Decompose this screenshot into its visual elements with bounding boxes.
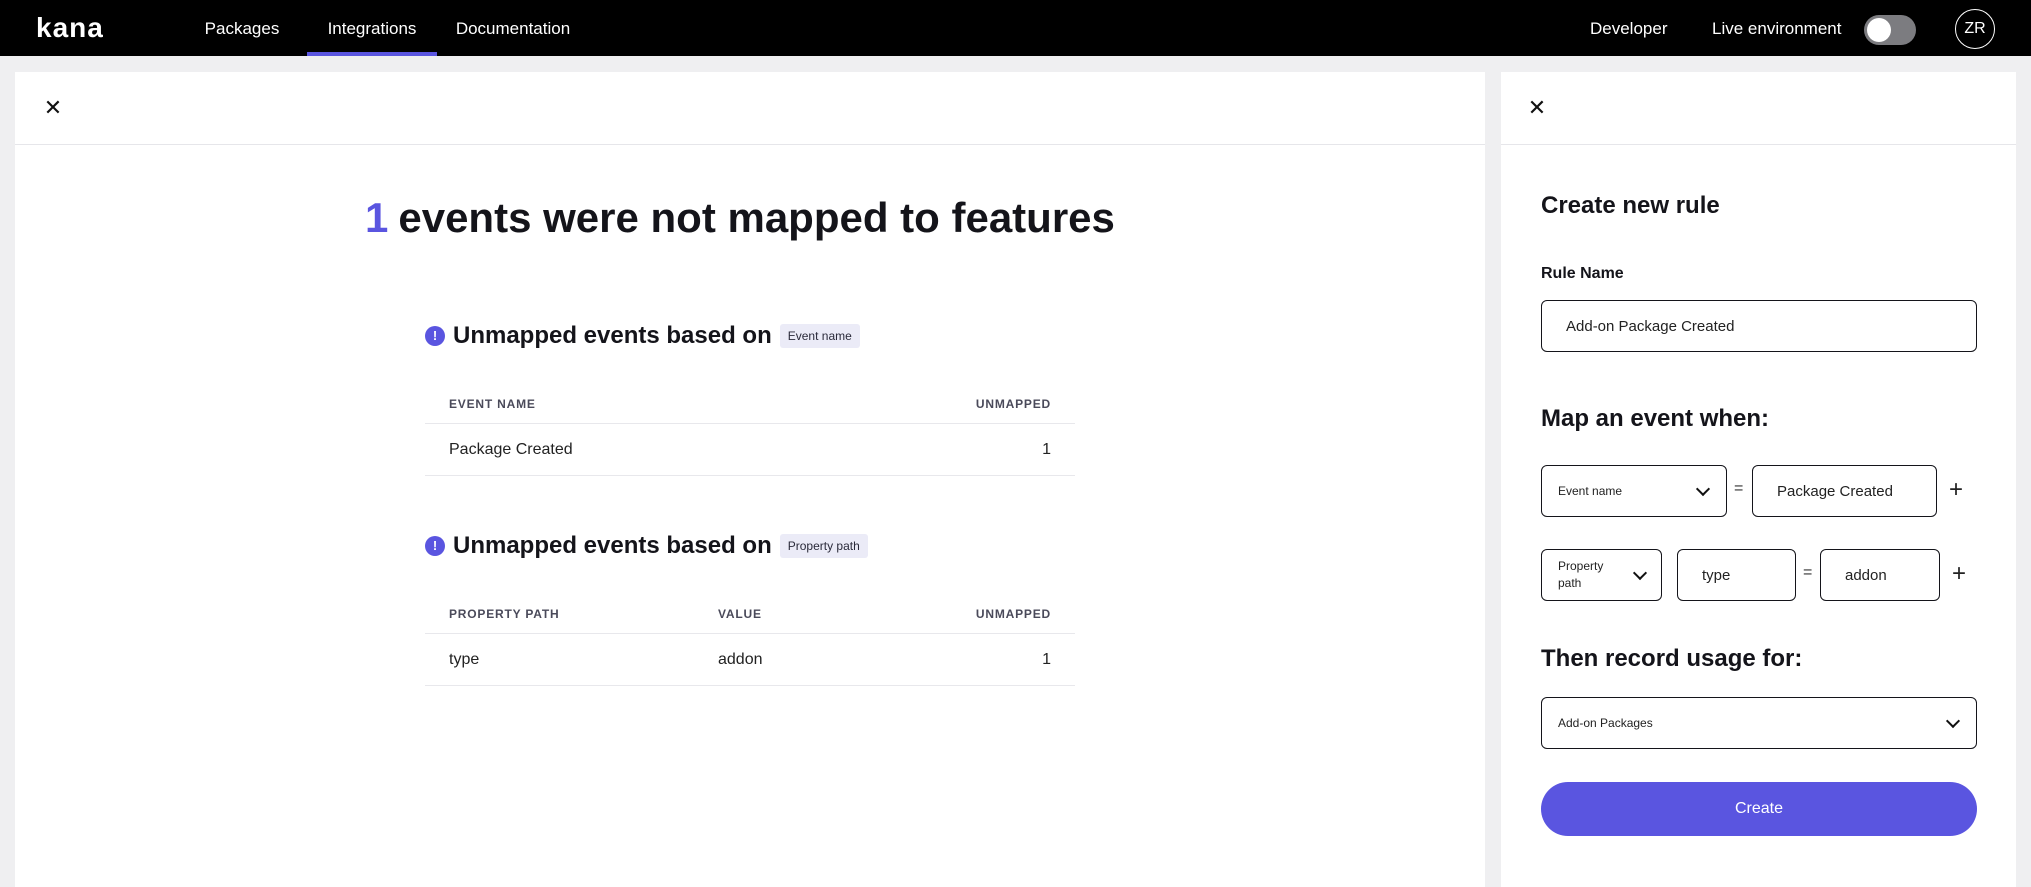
column-header-value: VALUE [718,607,762,621]
column-header-unmapped: UNMAPPED [975,397,1051,411]
rule-name-input[interactable]: Add-on Package Created [1541,300,1977,352]
event-name-chip: Event name [779,324,860,348]
section-title-text: Unmapped events based on [453,532,772,559]
live-environment-toggle[interactable] [1864,15,1916,45]
nav-packages[interactable]: Packages [199,0,285,56]
table-row: type addon 1 [425,633,1075,686]
info-icon: ! [425,326,445,346]
map-event-title: Map an event when: [1541,405,1770,432]
property-path-table: PROPERTY PATH VALUE UNMAPPED type addon … [425,607,1075,707]
column-header-property-path: PROPERTY PATH [449,607,560,621]
nav-integrations[interactable]: Integrations [307,0,437,56]
equals-sign: = [1803,564,1813,581]
condition-1-field-value: Event name [1558,484,1623,498]
value-cell: addon [718,651,763,668]
create-button[interactable]: Create [1541,782,1977,836]
condition-2-value-input[interactable]: addon [1820,549,1940,601]
condition-1-value-input[interactable]: Package Created [1752,465,1937,517]
section-property-path-title: ! Unmapped events based on Property path [425,532,868,560]
logo-text: kana [36,12,104,43]
condition-2-key: type [1702,566,1731,584]
chevron-down-icon [1695,481,1711,497]
unmapped-count-cell: 1 [1042,651,1051,668]
table-row: Package Created 1 [425,423,1075,476]
column-header-event-name: EVENT NAME [449,397,536,411]
info-icon: ! [425,536,445,556]
nav-documentation[interactable]: Documentation [450,0,576,56]
condition-1-field-select[interactable]: Event name [1541,465,1727,517]
rule-name-value: Add-on Package Created [1566,317,1735,335]
rule-name-label: Rule Name [1541,265,1624,282]
create-rule-title: Create new rule [1541,192,1720,219]
column-header-unmapped: UNMAPPED [975,607,1051,621]
condition-2-field-select[interactable]: Property path [1541,549,1662,601]
close-icon[interactable]: ✕ [1525,96,1549,120]
create-rule-panel: ✕ Create new rule Rule Name Add-on Packa… [1501,72,2016,887]
event-name-cell: Package Created [449,441,573,458]
kana-logo[interactable]: kana [36,14,104,42]
feature-select-value: Add-on Packages [1558,716,1653,730]
section-event-name-title: ! Unmapped events based on Event name [425,322,860,350]
panel-header: ✕ [15,72,1485,145]
unmapped-count: 1 [365,194,389,241]
unmapped-count-cell: 1 [1042,441,1051,458]
live-environment-label: Live environment [1712,19,1842,38]
equals-sign: = [1734,480,1744,497]
add-condition-icon[interactable]: + [1948,562,1970,586]
property-path-cell: type [449,651,480,668]
close-icon[interactable]: ✕ [41,96,65,120]
feature-select[interactable]: Add-on Packages [1541,697,1977,749]
unmapped-events-panel: ✕ 1 events were not mapped to features ! … [15,72,1485,887]
record-usage-title: Then record usage for: [1541,645,1803,672]
event-name-table: EVENT NAME UNMAPPED Package Created 1 [425,397,1075,497]
add-condition-icon[interactable]: + [1945,478,1967,502]
chevron-down-icon [1945,713,1961,729]
section-title-text: Unmapped events based on [453,322,772,349]
top-nav: kana Packages Integrations Documentation… [0,0,2031,56]
user-avatar[interactable]: ZR [1955,9,1995,49]
property-path-chip: Property path [779,534,868,558]
panel-header: ✕ [1501,72,2016,145]
condition-2-value: addon [1845,566,1887,584]
condition-2-key-input[interactable]: type [1677,549,1796,601]
page-title: 1 events were not mapped to features [365,194,1115,242]
nav-developer[interactable]: Developer [1590,0,1668,56]
toggle-knob [1867,18,1891,42]
page-title-text: events were not mapped to features [398,194,1115,241]
condition-1-value: Package Created [1777,482,1893,500]
